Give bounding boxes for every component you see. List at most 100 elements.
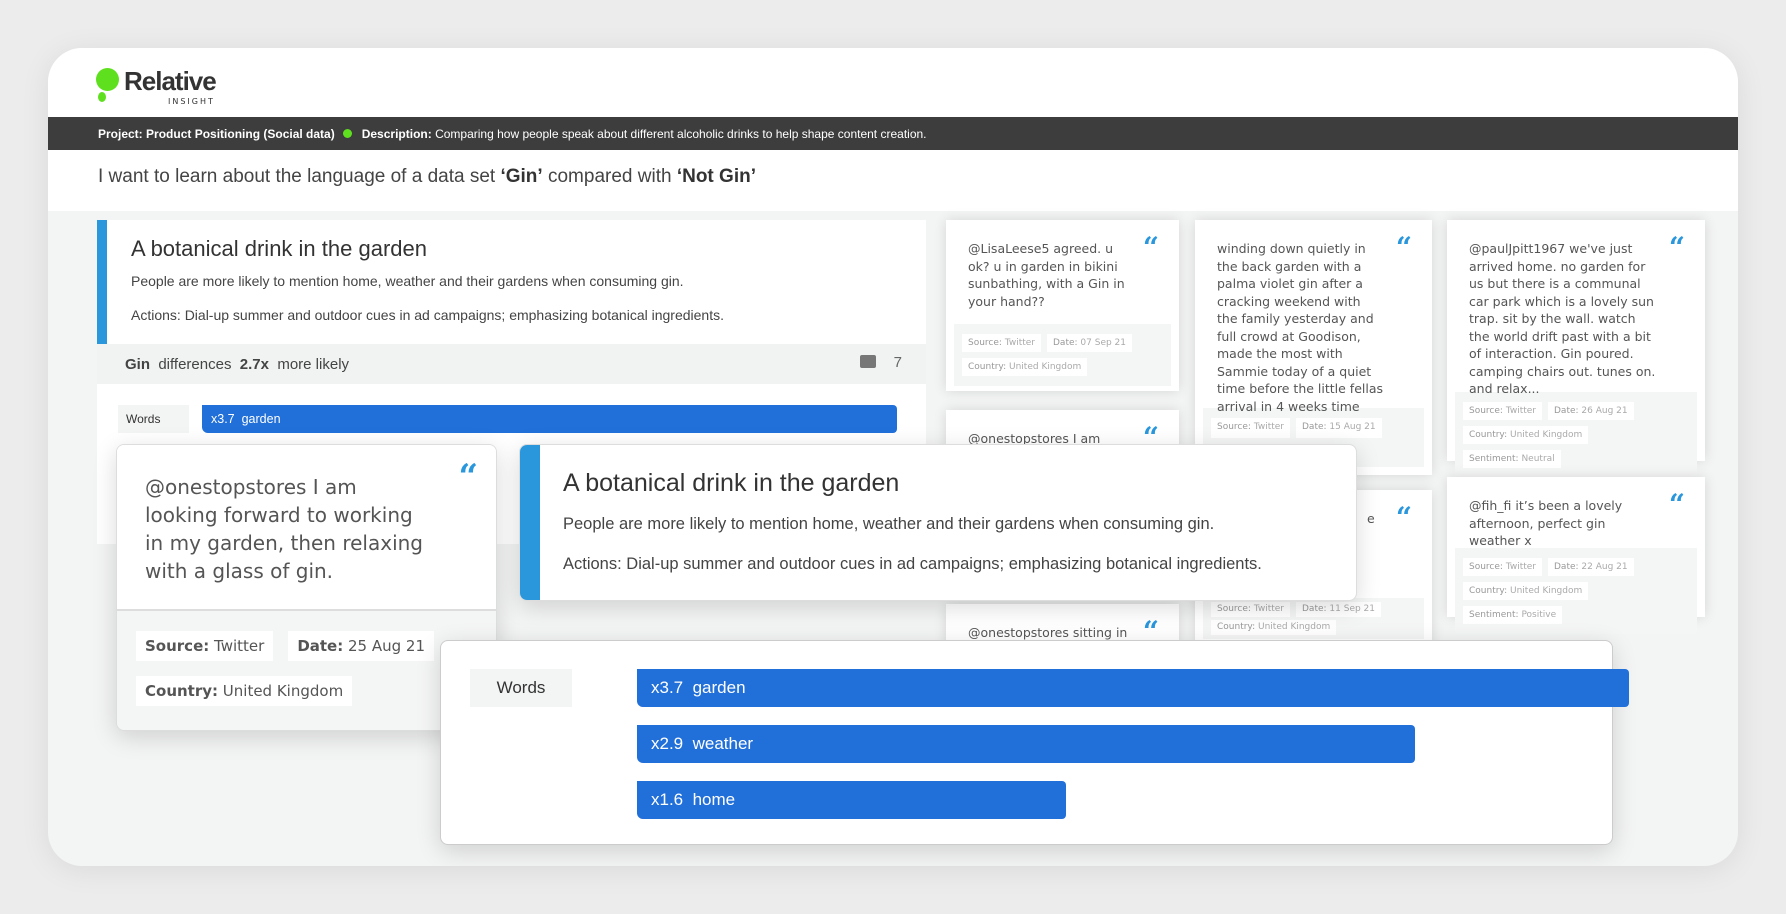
source-value: Twitter bbox=[1505, 562, 1536, 572]
source-value: Twitter bbox=[1253, 604, 1284, 614]
insight-title: A botanical drink in the garden bbox=[131, 236, 427, 261]
word-label: garden bbox=[241, 412, 281, 426]
country-label: Country: bbox=[1469, 586, 1508, 596]
dataset-a: ‘Gin’ bbox=[500, 166, 543, 187]
project-label: Project: bbox=[98, 126, 143, 141]
logo-subtext: INSIGHT bbox=[168, 97, 215, 106]
comments-icon[interactable] bbox=[860, 355, 876, 368]
differences-label: differences bbox=[158, 355, 232, 373]
featured-insight-card[interactable]: A botanical drink in the garden People a… bbox=[519, 444, 1357, 601]
differences-suffix: more likely bbox=[277, 355, 350, 373]
source-label: Source: bbox=[145, 637, 210, 655]
insight-description: People are more likely to mention home, … bbox=[563, 515, 1215, 533]
insight-card[interactable]: A botanical drink in the garden People a… bbox=[97, 220, 926, 344]
quote-icon: “ bbox=[1668, 231, 1685, 264]
question-mid: compared with bbox=[542, 166, 677, 187]
tweet-card[interactable]: winding down quietly in the back garden … bbox=[1195, 220, 1432, 475]
country-label: Country: bbox=[1469, 430, 1508, 440]
date-label: Date: bbox=[297, 637, 344, 655]
source-label: Source: bbox=[1469, 406, 1503, 416]
project-bar: Project: Product Positioning (Social dat… bbox=[48, 117, 1738, 150]
date-label: Date: bbox=[1554, 406, 1579, 416]
word-factor: x3.7 bbox=[211, 412, 235, 426]
comments-count: 7 bbox=[893, 354, 902, 371]
word-factor: x1.6 bbox=[651, 790, 684, 809]
word-label: garden bbox=[692, 678, 746, 697]
country-value: United Kingdom bbox=[1009, 362, 1082, 372]
source-label: Source: bbox=[1217, 422, 1251, 432]
insight-actions: Actions: Dial-up summer and outdoor cues… bbox=[131, 307, 724, 323]
date-value: 07 Sep 21 bbox=[1080, 338, 1127, 348]
quote-icon: “ bbox=[1395, 501, 1412, 534]
source-value: Twitter bbox=[1505, 406, 1536, 416]
question-prefix: I want to learn about the language of a … bbox=[98, 166, 501, 187]
insight-accent bbox=[97, 220, 107, 344]
logo[interactable]: Relative INSIGHT bbox=[96, 66, 217, 106]
date-label: Date: bbox=[1554, 562, 1579, 572]
country-value: United Kingdom bbox=[1258, 622, 1331, 632]
insight-description: People are more likely to mention home, … bbox=[131, 273, 684, 289]
source-value: Twitter bbox=[214, 637, 265, 655]
logo-icon bbox=[96, 68, 120, 104]
header: Relative INSIGHT bbox=[48, 48, 1738, 117]
source-label: Source: bbox=[1217, 604, 1251, 614]
words-label: Words bbox=[118, 405, 189, 433]
source-value: Twitter bbox=[1253, 422, 1284, 432]
differences-row: Gin differences 2.7x more likely 7 bbox=[97, 344, 926, 384]
date-value: 25 Aug 21 bbox=[348, 637, 426, 655]
word-bar-weather[interactable]: x2.9 weather bbox=[637, 725, 1415, 763]
date-value: 22 Aug 21 bbox=[1581, 562, 1628, 572]
tweet-card[interactable]: @LisaLeese5 agreed. u ok? u in garden in… bbox=[946, 220, 1179, 391]
word-label: weather bbox=[692, 734, 754, 753]
sentiment-value: Positive bbox=[1521, 610, 1557, 620]
sentiment-label: Sentiment: bbox=[1469, 610, 1519, 620]
differences-set: Gin bbox=[125, 355, 150, 373]
insight-title: A botanical drink in the garden bbox=[563, 469, 900, 497]
date-value: 26 Aug 21 bbox=[1581, 406, 1628, 416]
word-factor: x2.9 bbox=[651, 734, 684, 753]
words-label: Words bbox=[470, 669, 572, 707]
date-value: 15 Aug 21 bbox=[1329, 422, 1376, 432]
description-text: Comparing how people speak about differe… bbox=[435, 126, 927, 141]
question: I want to learn about the language of a … bbox=[48, 150, 1738, 211]
country-label: Country: bbox=[145, 682, 219, 700]
quote-icon: “ bbox=[1395, 231, 1412, 264]
dataset-b: ‘Not Gin’ bbox=[676, 166, 756, 187]
country-value: United Kingdom bbox=[1510, 430, 1583, 440]
country-label: Country: bbox=[968, 362, 1007, 372]
tweet-card[interactable]: @fih_fi it’s been a lovely afternoon, pe… bbox=[1447, 477, 1705, 634]
description-label: Description: bbox=[361, 126, 432, 141]
word-bar-home[interactable]: x1.6 home bbox=[637, 781, 1066, 819]
differences-factor: 2.7x bbox=[239, 355, 269, 373]
source-label: Source: bbox=[1469, 562, 1503, 572]
sentiment-value: Neutral bbox=[1521, 454, 1555, 464]
word-bar-garden-small[interactable]: x3.7 garden bbox=[202, 405, 897, 433]
date-label: Date: bbox=[1302, 604, 1327, 614]
date-value: 11 Sep 21 bbox=[1329, 604, 1376, 614]
date-label: Date: bbox=[1053, 338, 1078, 348]
insight-accent bbox=[520, 445, 540, 600]
country-label: Country: bbox=[1217, 622, 1256, 632]
tweet-card[interactable]: @paulJpitt1967 we've just arrived home. … bbox=[1447, 220, 1705, 478]
quote-icon: “ bbox=[458, 457, 478, 497]
tweet-text: @LisaLeese5 agreed. u ok? u in garden in… bbox=[968, 241, 1125, 309]
tweet-text: @paulJpitt1967 we've just arrived home. … bbox=[1469, 241, 1656, 396]
app-window: Relative INSIGHT Project: Product Positi… bbox=[48, 48, 1738, 866]
country-value: United Kingdom bbox=[1510, 586, 1583, 596]
tweet-text: winding down quietly in the back garden … bbox=[1217, 241, 1383, 414]
sentiment-label: Sentiment: bbox=[1469, 454, 1519, 464]
word-bar-garden[interactable]: x3.7 garden bbox=[637, 669, 1629, 707]
words-panel: Words x3.7 garden x2.9 weather x1.6 home bbox=[440, 640, 1629, 845]
quote-icon: “ bbox=[1668, 488, 1685, 521]
country-value: United Kingdom bbox=[222, 682, 344, 700]
featured-tweet-text: @onestopstores I am looking forward to w… bbox=[117, 445, 496, 611]
project-name: Product Positioning (Social data) bbox=[146, 126, 335, 141]
status-dot-icon bbox=[342, 129, 352, 138]
source-value: Twitter bbox=[1004, 338, 1035, 348]
date-label: Date: bbox=[1302, 422, 1327, 432]
quote-icon: “ bbox=[1142, 231, 1159, 264]
word-label: home bbox=[692, 790, 736, 809]
tweet-text: @fih_fi it’s been a lovely afternoon, pe… bbox=[1469, 498, 1623, 548]
logo-text: Relative bbox=[124, 66, 217, 96]
source-label: Source: bbox=[968, 338, 1002, 348]
